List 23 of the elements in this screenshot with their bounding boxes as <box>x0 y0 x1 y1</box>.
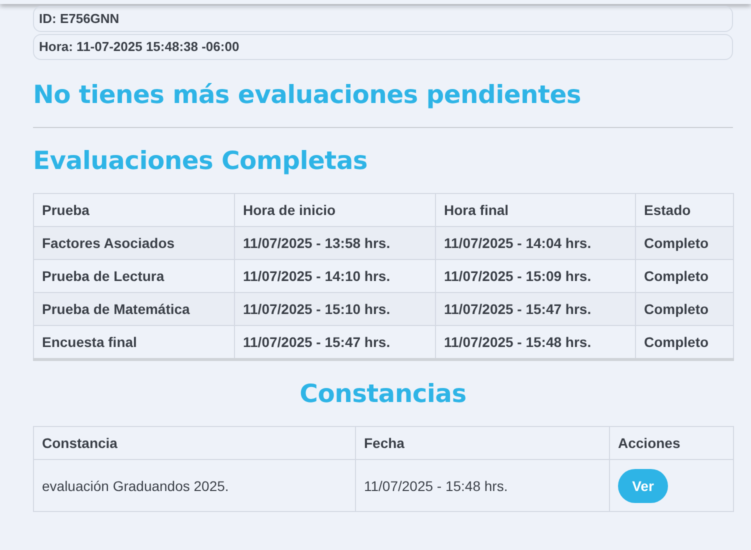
table-cell: Completo <box>636 226 734 260</box>
view-button[interactable]: Ver <box>618 468 668 502</box>
column-header: Acciones <box>610 426 734 460</box>
column-header: Hora de inicio <box>234 194 436 226</box>
column-header: Hora final <box>436 194 636 226</box>
table-cell: Factores Asociados <box>34 226 234 260</box>
table-cell: 11/07/2025 - 14:04 hrs. <box>436 226 636 260</box>
table-cell: 11/07/2025 - 15:47 hrs. <box>436 292 636 326</box>
table-cell: 11/07/2025 - 13:58 hrs. <box>234 226 436 260</box>
table-cell: 11/07/2025 - 15:10 hrs. <box>234 292 436 326</box>
section-heading: Evaluaciones Completas <box>33 146 368 175</box>
table-cell: 11/07/2025 - 15:48 hrs. <box>356 460 610 512</box>
info-field: ID: E756GNN <box>33 6 733 32</box>
table-cell: Prueba de Matemática <box>34 292 234 326</box>
table-cell: Encuesta final <box>34 326 234 360</box>
column-header: Fecha <box>356 426 610 460</box>
section-heading: Constancias <box>298 379 468 408</box>
table-cell: evaluación Graduandos 2025. <box>34 460 356 512</box>
page-heading: No tienes más evaluaciones pendientes <box>33 80 582 109</box>
column-header: Constancia <box>34 426 356 460</box>
info-field: Hora: 11-07-2025 15:48:38 -06:00 <box>33 34 733 60</box>
column-header: Prueba <box>34 194 234 226</box>
table-cell: Completo <box>636 292 734 326</box>
